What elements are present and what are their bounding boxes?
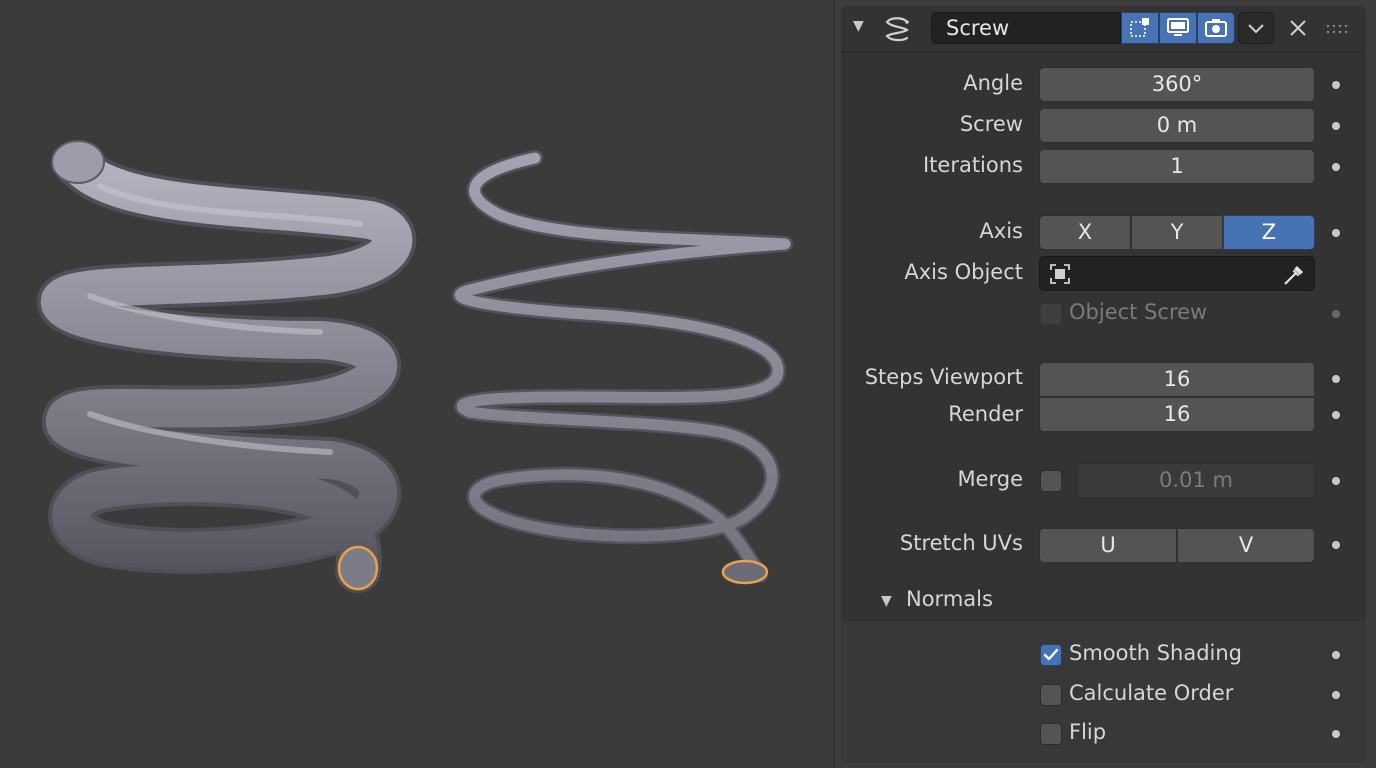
screw-modifier-icon (885, 17, 909, 42)
normals-subpanel: Smooth Shading Calculate Order Flip (841, 621, 1366, 763)
merge-label: Merge (957, 467, 1023, 491)
render-steps-keyframe-dot[interactable] (1332, 411, 1340, 419)
normals-title: Normals (906, 587, 993, 611)
modifier-menu-dropdown[interactable] (1238, 12, 1274, 44)
angle-keyframe-dot[interactable] (1332, 81, 1340, 89)
merge-keyframe-dot[interactable] (1332, 477, 1340, 485)
render-toggle[interactable] (1197, 12, 1235, 44)
flip-checkbox[interactable] (1040, 723, 1062, 745)
flip-label: Flip (1069, 720, 1107, 744)
axis-label: Axis (979, 219, 1023, 243)
calculate-order-checkbox[interactable] (1040, 684, 1062, 706)
render-icon (1205, 19, 1227, 37)
modifier-name-input[interactable]: Screw (931, 12, 1121, 44)
edit-mode-toggle[interactable] (1121, 12, 1159, 44)
angle-field[interactable]: 360° (1039, 67, 1315, 102)
flip-keyframe-dot[interactable] (1332, 730, 1340, 738)
smooth-shading-keyframe-dot[interactable] (1332, 651, 1340, 659)
modifier-header: ▼ Screw (841, 6, 1366, 53)
steps-viewport-field[interactable]: 16 (1039, 362, 1315, 397)
stretch-uvs-keyframe-dot[interactable] (1332, 541, 1340, 549)
object-icon (1050, 264, 1070, 284)
smooth-shading-checkbox[interactable] (1040, 644, 1062, 666)
calculate-order-label: Calculate Order (1069, 681, 1234, 705)
screw-field[interactable]: 0 m (1039, 108, 1315, 143)
checkmark-icon (1043, 648, 1059, 661)
render-steps-field[interactable]: 16 (1039, 397, 1315, 432)
collapse-chevron-icon[interactable]: ▼ (881, 593, 892, 609)
screw-keyframe-dot[interactable] (1332, 122, 1340, 130)
angle-label: Angle (963, 71, 1023, 95)
tube-spring-object[interactable] (37, 140, 417, 593)
stretch-uvs-selector: U V (1039, 528, 1315, 563)
selected-edge-loop (337, 545, 379, 591)
close-icon (1290, 20, 1306, 36)
iterations-keyframe-dot[interactable] (1332, 163, 1340, 171)
merge-checkbox[interactable] (1040, 470, 1062, 492)
iterations-label: Iterations (922, 153, 1023, 177)
stretch-v-button[interactable]: V (1177, 528, 1315, 563)
merge-distance-field[interactable]: 0.01 m (1077, 463, 1315, 498)
drag-grip-icon[interactable] (1325, 22, 1351, 36)
edit-mode-icon (1130, 18, 1149, 37)
viewport-canvas (37, 140, 793, 593)
object-screw-checkbox[interactable] (1040, 303, 1062, 325)
modifier-properties-panel: ▼ Screw Angle 360° Screw 0 m Iterations … (834, 0, 1376, 768)
axis-object-label: Axis Object (904, 260, 1023, 284)
steps-viewport-label: Steps Viewport (864, 365, 1023, 389)
render-steps-label: Render (948, 402, 1023, 426)
realtime-display-icon (1167, 18, 1189, 36)
object-screw-label: Object Screw (1069, 300, 1208, 324)
eyedropper-icon[interactable] (1282, 261, 1308, 287)
screw-label: Screw (959, 112, 1023, 136)
stretch-u-button[interactable]: U (1039, 528, 1177, 563)
stretch-uvs-label: Stretch UVs (899, 531, 1023, 555)
object-screw-keyframe-dot[interactable] (1332, 310, 1340, 318)
normals-subpanel-header[interactable]: ▼ Normals (841, 581, 1366, 621)
axis-x-button[interactable]: X (1039, 215, 1131, 250)
iterations-field[interactable]: 1 (1039, 149, 1315, 184)
axis-selector: X Y Z (1039, 215, 1315, 250)
ribbon-spring-object[interactable] (452, 150, 793, 585)
chevron-down-icon (1248, 24, 1264, 34)
axis-object-field[interactable] (1039, 256, 1315, 291)
realtime-display-toggle[interactable] (1159, 12, 1197, 44)
3d-viewport[interactable] (0, 0, 834, 768)
steps-viewport-keyframe-dot[interactable] (1332, 375, 1340, 383)
selected-edge-loop (721, 559, 769, 585)
remove-modifier-button[interactable] (1284, 14, 1312, 42)
axis-keyframe-dot[interactable] (1332, 229, 1340, 237)
smooth-shading-label: Smooth Shading (1069, 641, 1243, 665)
axis-y-button[interactable]: Y (1131, 215, 1223, 250)
collapse-chevron-icon[interactable]: ▼ (853, 18, 864, 34)
axis-z-button[interactable]: Z (1223, 215, 1315, 250)
calculate-order-keyframe-dot[interactable] (1332, 691, 1340, 699)
screw-modifier-box: ▼ Screw Angle 360° Screw 0 m Iterations … (841, 6, 1366, 763)
